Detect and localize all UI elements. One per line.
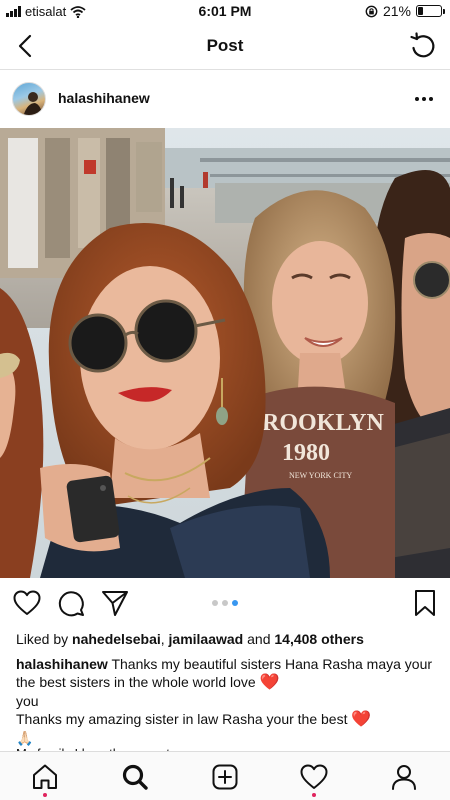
activity-notification-dot [312, 793, 316, 797]
page-title: Post [206, 36, 244, 55]
likes-and: and [243, 631, 275, 647]
likes-separator: , [160, 631, 169, 647]
avatar[interactable] [12, 82, 46, 116]
shirt-line-1: ROOKLYN [262, 410, 384, 436]
rotation-lock-icon [365, 5, 378, 17]
new-post-icon [212, 764, 238, 790]
carousel-dot [232, 600, 238, 606]
post-username[interactable]: halashihanew [58, 90, 150, 106]
battery-percent: 21% [382, 3, 411, 19]
tab-home[interactable] [28, 760, 62, 797]
bottom-tab-bar [0, 751, 450, 800]
battery-icon [416, 5, 445, 17]
tab-profile[interactable] [387, 760, 421, 794]
profile-icon [392, 765, 416, 790]
post-caption: halashihanew Thanks my beautiful sisters… [16, 655, 438, 747]
tab-search[interactable] [118, 760, 152, 794]
status-bar: etisalat 6:01 PM 21% [0, 0, 450, 22]
heart-emoji-icon: ❤️ [259, 674, 280, 691]
bookmark-icon[interactable] [410, 588, 440, 618]
carousel-dot [212, 600, 218, 606]
tab-activity[interactable] [297, 760, 331, 797]
status-right: 21% [365, 3, 445, 19]
search-icon [122, 764, 148, 790]
home-notification-dot [43, 793, 47, 797]
likes-summary[interactable]: Liked by nahedelsebai, jamilaawad and 14… [16, 631, 441, 647]
liker-2[interactable]: jamilaawad [169, 631, 244, 647]
nav-bar: Post [0, 22, 450, 70]
home-icon [33, 764, 57, 789]
post-header: halashihanew [0, 71, 450, 127]
shirt-line-2: 1980 [282, 440, 330, 466]
more-options-icon[interactable] [410, 85, 438, 113]
carousel-dot [222, 600, 228, 606]
refresh-icon[interactable] [408, 31, 438, 61]
caption-line-2: Thanks my amazing sister in law Rasha yo… [16, 711, 348, 727]
battery-fill [418, 7, 423, 15]
shirt-line-3: NEW YORK CITY [289, 471, 352, 480]
likes-others[interactable]: 14,408 others [274, 631, 364, 647]
caption-line-1-end: you [16, 693, 39, 709]
activity-icon [300, 764, 328, 789]
tab-new-post[interactable] [208, 760, 242, 794]
caption-author[interactable]: halashihanew [16, 656, 108, 672]
post-photo-image: ROOKLYN 1980 NEW YORK CITY [0, 128, 450, 578]
liker-1[interactable]: nahedelsebai [72, 631, 161, 647]
avatar-image [23, 92, 43, 115]
post-photo[interactable]: ROOKLYN 1980 NEW YORK CITY [0, 128, 450, 578]
pray-emoji-icon: 🙏🏻 [16, 730, 34, 746]
carousel-indicator [0, 600, 450, 606]
heart-emoji-icon-2: ❤️ [351, 711, 372, 728]
post-actions [0, 584, 450, 624]
likes-prefix: Liked by [16, 631, 73, 647]
